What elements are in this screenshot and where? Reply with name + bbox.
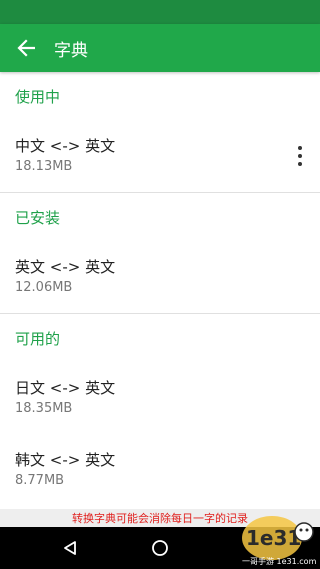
- item-title: 韩文 <-> 英文: [15, 451, 116, 469]
- item-size: 12.06MB: [15, 280, 73, 295]
- section-header-in-use: 使用中: [15, 87, 61, 106]
- item-size: 18.35MB: [15, 401, 73, 416]
- circle-home-icon: [152, 540, 168, 556]
- status-bar: [0, 0, 320, 24]
- list-item-chinese-english[interactable]: 中文 <-> 英文 18.13MB: [0, 120, 320, 192]
- list-item-korean-english[interactable]: 韩文 <-> 英文 8.77MB: [0, 434, 320, 506]
- site-watermark-logo: 1e31 一哥手游 1e31.com: [242, 516, 317, 566]
- nav-home-button[interactable]: [130, 527, 190, 569]
- item-size: 8.77MB: [15, 473, 65, 488]
- more-vert-icon: [298, 146, 302, 150]
- item-title: 英文 <-> 英文: [15, 258, 116, 276]
- triangle-back-icon: [64, 541, 76, 555]
- list-item-japanese-english[interactable]: 日文 <-> 英文 18.35MB: [0, 362, 320, 434]
- back-button[interactable]: [2, 24, 50, 72]
- dictionary-list: 使用中 中文 <-> 英文 18.13MB 已安装 英文 <-> 英文 12.0…: [0, 72, 320, 506]
- svg-text:一哥手游 1e31.com: 一哥手游 1e31.com: [242, 556, 317, 566]
- more-options-button[interactable]: [294, 146, 306, 166]
- list-item-english-english[interactable]: 英文 <-> 英文 12.06MB: [0, 241, 320, 313]
- item-size: 18.13MB: [15, 159, 73, 174]
- section-header-available: 可用的: [15, 329, 61, 348]
- item-title: 日文 <-> 英文: [15, 379, 116, 397]
- svg-text:1e31: 1e31: [246, 526, 301, 550]
- nav-back-button[interactable]: [40, 527, 100, 569]
- app-bar: 字典: [0, 24, 320, 72]
- arrow-left-icon: [17, 39, 35, 57]
- section-header-installed: 已安装: [15, 208, 61, 227]
- page-title: 字典: [54, 40, 88, 61]
- item-title: 中文 <-> 英文: [15, 137, 116, 155]
